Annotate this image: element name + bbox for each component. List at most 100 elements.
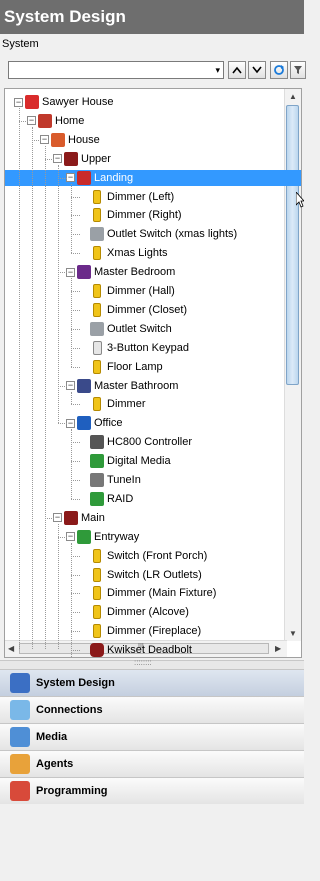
tree-node-label: Entryway xyxy=(94,530,140,543)
tree-node-label: Xmas Lights xyxy=(107,247,168,260)
tree-connector xyxy=(19,120,28,122)
project-tree[interactable]: ▲ ▼ ◀ III ▶ − Sawyer House − Home − House − Upp… xyxy=(4,88,302,658)
nav-media-nav-button[interactable]: Media xyxy=(0,723,304,750)
tree-node[interactable]: Digital Media xyxy=(79,453,171,469)
collapse-toggle-icon[interactable]: − xyxy=(66,173,75,183)
move-up-button[interactable] xyxy=(228,61,246,79)
move-down-button[interactable] xyxy=(248,61,266,79)
tree-connector xyxy=(71,234,80,236)
chevron-down-icon[interactable]: ▾ xyxy=(215,65,220,76)
nav-programming-button[interactable]: Programming xyxy=(0,777,304,804)
tree-node[interactable]: − Sawyer House xyxy=(14,94,114,110)
tree-node[interactable]: Outlet Switch (xmas lights) xyxy=(79,226,237,242)
refresh-icon xyxy=(274,65,284,75)
tree-node[interactable]: Dimmer (Main Fixture) xyxy=(79,585,216,601)
tree-node[interactable]: RAID xyxy=(79,491,133,507)
tree-node-label: Outlet Switch xyxy=(107,322,172,335)
collapse-toggle-icon[interactable]: − xyxy=(14,97,23,107)
keypad-icon xyxy=(93,340,102,355)
tree-node-label: Outlet Switch (xmas lights) xyxy=(107,228,238,241)
tree-node[interactable]: Outlet Switch xyxy=(79,321,172,337)
tree-node[interactable]: Floor Lamp xyxy=(79,359,163,375)
scroll-down-icon[interactable]: ▼ xyxy=(289,629,297,638)
scroll-right-icon[interactable]: ▶ xyxy=(275,644,281,653)
tree-node[interactable]: − House xyxy=(40,132,100,148)
floor-icon xyxy=(64,510,78,525)
tree-connector xyxy=(71,498,80,500)
nav-label: Agents xyxy=(36,758,74,770)
tree-node[interactable]: − Master Bedroom xyxy=(66,264,175,280)
collapse-toggle-icon[interactable]: − xyxy=(40,135,49,145)
tree-node[interactable]: Dimmer (Hall) xyxy=(79,283,175,299)
bedroom-icon xyxy=(77,265,91,280)
tree-node[interactable]: TuneIn xyxy=(79,472,141,488)
dimmer-icon xyxy=(93,548,101,563)
dimmer-icon xyxy=(93,208,101,223)
splitter-grip: :::::::: xyxy=(134,658,152,667)
tree-connector xyxy=(45,517,54,519)
tree-node[interactable]: Dimmer (Right) xyxy=(79,207,182,223)
collapse-toggle-icon[interactable]: − xyxy=(66,418,75,428)
dimmer-icon xyxy=(93,302,101,317)
dimmer-icon xyxy=(93,189,101,204)
tree-node[interactable]: − Entryway xyxy=(66,529,139,545)
collapse-toggle-icon[interactable]: − xyxy=(66,532,75,542)
system-design-icon xyxy=(10,673,30,693)
tree-node-label: Switch (Front Porch) xyxy=(107,549,208,562)
tree-node[interactable]: Dimmer xyxy=(79,396,146,412)
tree-node[interactable]: Dimmer (Closet) xyxy=(79,302,187,318)
tree-node-label: Switch (LR Outlets) xyxy=(107,568,202,581)
tree-node[interactable]: Switch (Front Porch) xyxy=(79,548,207,564)
arrow-down-icon xyxy=(252,66,262,74)
collapse-toggle-icon[interactable]: − xyxy=(53,154,62,164)
collapse-toggle-icon[interactable]: − xyxy=(53,513,62,523)
tree-node[interactable]: − Office xyxy=(66,415,123,431)
tree-connector xyxy=(71,404,80,406)
filter-combo[interactable]: ▾ xyxy=(8,61,224,79)
tree-node[interactable]: 3-Button Keypad xyxy=(79,340,189,356)
tree-node-label: Kwikset Deadbolt xyxy=(107,644,192,657)
tree-connector xyxy=(71,631,80,633)
tree-node-label: Dimmer (Closet) xyxy=(107,303,188,316)
tree-node[interactable]: − Main xyxy=(53,510,105,526)
tree-node[interactable]: Xmas Lights xyxy=(79,245,168,261)
tree-connector xyxy=(71,650,80,652)
mouse-cursor-icon xyxy=(296,192,304,208)
collapse-toggle-icon[interactable]: − xyxy=(66,381,75,390)
nav-system-design-button[interactable]: System Design xyxy=(0,669,304,696)
office-icon xyxy=(77,416,91,431)
tree-node[interactable]: Switch (LR Outlets) xyxy=(79,567,202,583)
vertical-scroll-thumb[interactable] xyxy=(286,105,299,385)
tree-connector xyxy=(71,593,80,595)
media-nav-icon xyxy=(10,727,30,747)
tree-connector xyxy=(58,164,59,424)
tree-node[interactable]: Dimmer (Left) xyxy=(79,189,174,205)
controller-icon xyxy=(90,435,104,450)
tree-node[interactable]: Dimmer (Alcove) xyxy=(79,604,189,620)
tree-node[interactable]: − Upper xyxy=(53,151,111,167)
nav-label: Connections xyxy=(36,704,103,716)
tree-node-label: TuneIn xyxy=(107,474,141,486)
tree-connector xyxy=(71,442,80,444)
collapse-toggle-icon[interactable]: − xyxy=(66,267,75,277)
tree-connector xyxy=(45,145,46,649)
tree-node-label: Dimmer (Fireplace) xyxy=(107,625,202,638)
tree-connector xyxy=(19,108,20,649)
scroll-left-icon[interactable]: ◀ xyxy=(8,644,14,653)
collapse-toggle-icon[interactable]: − xyxy=(27,116,36,126)
tree-node-label: Upper xyxy=(81,152,111,165)
nav-agents-button[interactable]: Agents xyxy=(0,750,304,777)
refresh-button[interactable] xyxy=(270,61,288,79)
tree-node[interactable]: − Master Bathroom xyxy=(66,378,178,394)
filter-button[interactable] xyxy=(290,61,306,79)
tree-node[interactable]: Kwikset Deadbolt xyxy=(79,642,192,657)
tree-connector xyxy=(71,542,72,657)
tree-node[interactable]: Dimmer (Fireplace) xyxy=(79,623,201,639)
nav-connections-button[interactable]: Connections xyxy=(0,696,304,723)
tree-node[interactable]: − Home xyxy=(27,113,84,129)
tree-node[interactable]: HC800 Controller xyxy=(79,434,192,450)
tree-connector xyxy=(58,272,67,274)
tree-connector xyxy=(58,385,67,387)
scroll-up-icon[interactable]: ▲ xyxy=(289,92,297,101)
tree-node[interactable]: − Landing xyxy=(5,169,301,186)
